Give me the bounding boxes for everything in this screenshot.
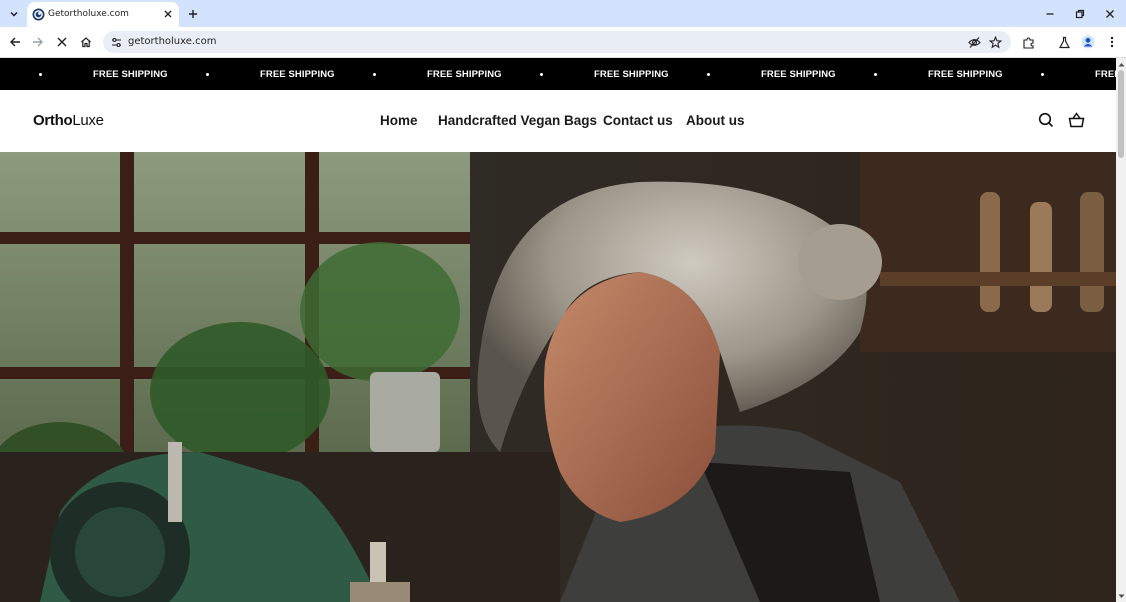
- scroll-thumb[interactable]: [1118, 70, 1124, 158]
- nav-home[interactable]: Home: [380, 113, 418, 128]
- flask-icon[interactable]: [1056, 34, 1072, 50]
- address-bar[interactable]: getortholuxe.com: [103, 31, 1011, 53]
- announcement-text: FREE SHIPPING: [594, 68, 669, 80]
- site-favicon-icon: [32, 8, 45, 21]
- announcement-item: FREE SHIPPING: [874, 68, 1003, 80]
- bullet-dot: [206, 72, 209, 76]
- eye-off-icon[interactable]: [967, 35, 981, 49]
- home-icon[interactable]: [78, 34, 94, 50]
- announcement-item: FREE SHIPPING: [707, 68, 836, 80]
- forward-arrow-icon[interactable]: [30, 34, 46, 50]
- basket-icon[interactable]: [1067, 111, 1085, 129]
- tab-title: Getortholuxe.com: [48, 9, 129, 19]
- nav-contact-us[interactable]: Contact us: [603, 113, 673, 128]
- announcement-item: FREE SHIPPING: [206, 68, 335, 80]
- kebab-menu-icon[interactable]: [1104, 34, 1120, 50]
- bullet-dot: [1041, 72, 1044, 76]
- announcement-text: FREE SHIPPING: [928, 68, 1003, 80]
- bullet-dot: [373, 72, 376, 76]
- search-icon[interactable]: [1037, 111, 1055, 129]
- logo-bold-text: Ortho: [33, 112, 73, 129]
- announcement-item: FREE SHIPPING: [39, 68, 168, 80]
- bullet-dot: [874, 72, 877, 76]
- nav-handcrafted-vegan-bags[interactable]: Handcrafted Vegan Bags: [438, 113, 597, 128]
- stop-loading-icon[interactable]: [54, 34, 70, 50]
- scroll-up-icon[interactable]: [1117, 60, 1125, 68]
- announcement-text: FREE SHIPPING: [761, 68, 836, 80]
- hero-image: [0, 152, 1116, 602]
- restore-icon[interactable]: [1072, 6, 1088, 22]
- announcement-text: FREE SHIPPING: [93, 68, 168, 80]
- announcement-text: FREE SHIPPING: [1095, 68, 1116, 80]
- page-scrollbar[interactable]: [1116, 58, 1126, 602]
- bullet-dot: [540, 72, 543, 76]
- close-icon[interactable]: [161, 7, 175, 21]
- tune-icon[interactable]: [109, 35, 123, 49]
- browser-toolbar: getortholuxe.com: [0, 27, 1126, 58]
- announcement-text: FREE SHIPPING: [427, 68, 502, 80]
- plus-icon[interactable]: [185, 6, 201, 22]
- announcement-text: FREE SHIPPING: [260, 68, 335, 80]
- announcement-item: FREE SHIPPING: [373, 68, 502, 80]
- close-icon[interactable]: [1102, 6, 1118, 22]
- site-header: OrthoLuxe Home Handcrafted Vegan Bags Co…: [0, 90, 1116, 152]
- nav-about-us[interactable]: About us: [686, 113, 745, 128]
- announcement-item: FREE SHIPPING: [1041, 68, 1116, 80]
- star-icon[interactable]: [988, 35, 1002, 49]
- browser-tab[interactable]: Getortholuxe.com: [27, 2, 179, 27]
- back-arrow-icon[interactable]: [7, 34, 23, 50]
- site-logo[interactable]: OrthoLuxe: [33, 112, 104, 129]
- bullet-dot: [707, 72, 710, 76]
- browser-tab-bar: Getortholuxe.com: [0, 0, 1126, 27]
- logo-regular-text: Luxe: [72, 112, 104, 129]
- announcement-item: FREE SHIPPING: [540, 68, 669, 80]
- announcement-bar: FREE SHIPPING FREE SHIPPING FREE SHIPPIN…: [0, 58, 1116, 90]
- url-text[interactable]: getortholuxe.com: [128, 36, 216, 47]
- chevron-down-icon[interactable]: [4, 4, 24, 24]
- profile-icon[interactable]: [1080, 34, 1096, 50]
- web-page: FREE SHIPPING FREE SHIPPING FREE SHIPPIN…: [0, 58, 1116, 602]
- bullet-dot: [39, 72, 42, 76]
- minimize-icon[interactable]: [1042, 6, 1058, 22]
- scroll-down-icon[interactable]: [1117, 592, 1125, 600]
- hero-photo: [0, 152, 1116, 602]
- puzzle-icon[interactable]: [1020, 34, 1036, 50]
